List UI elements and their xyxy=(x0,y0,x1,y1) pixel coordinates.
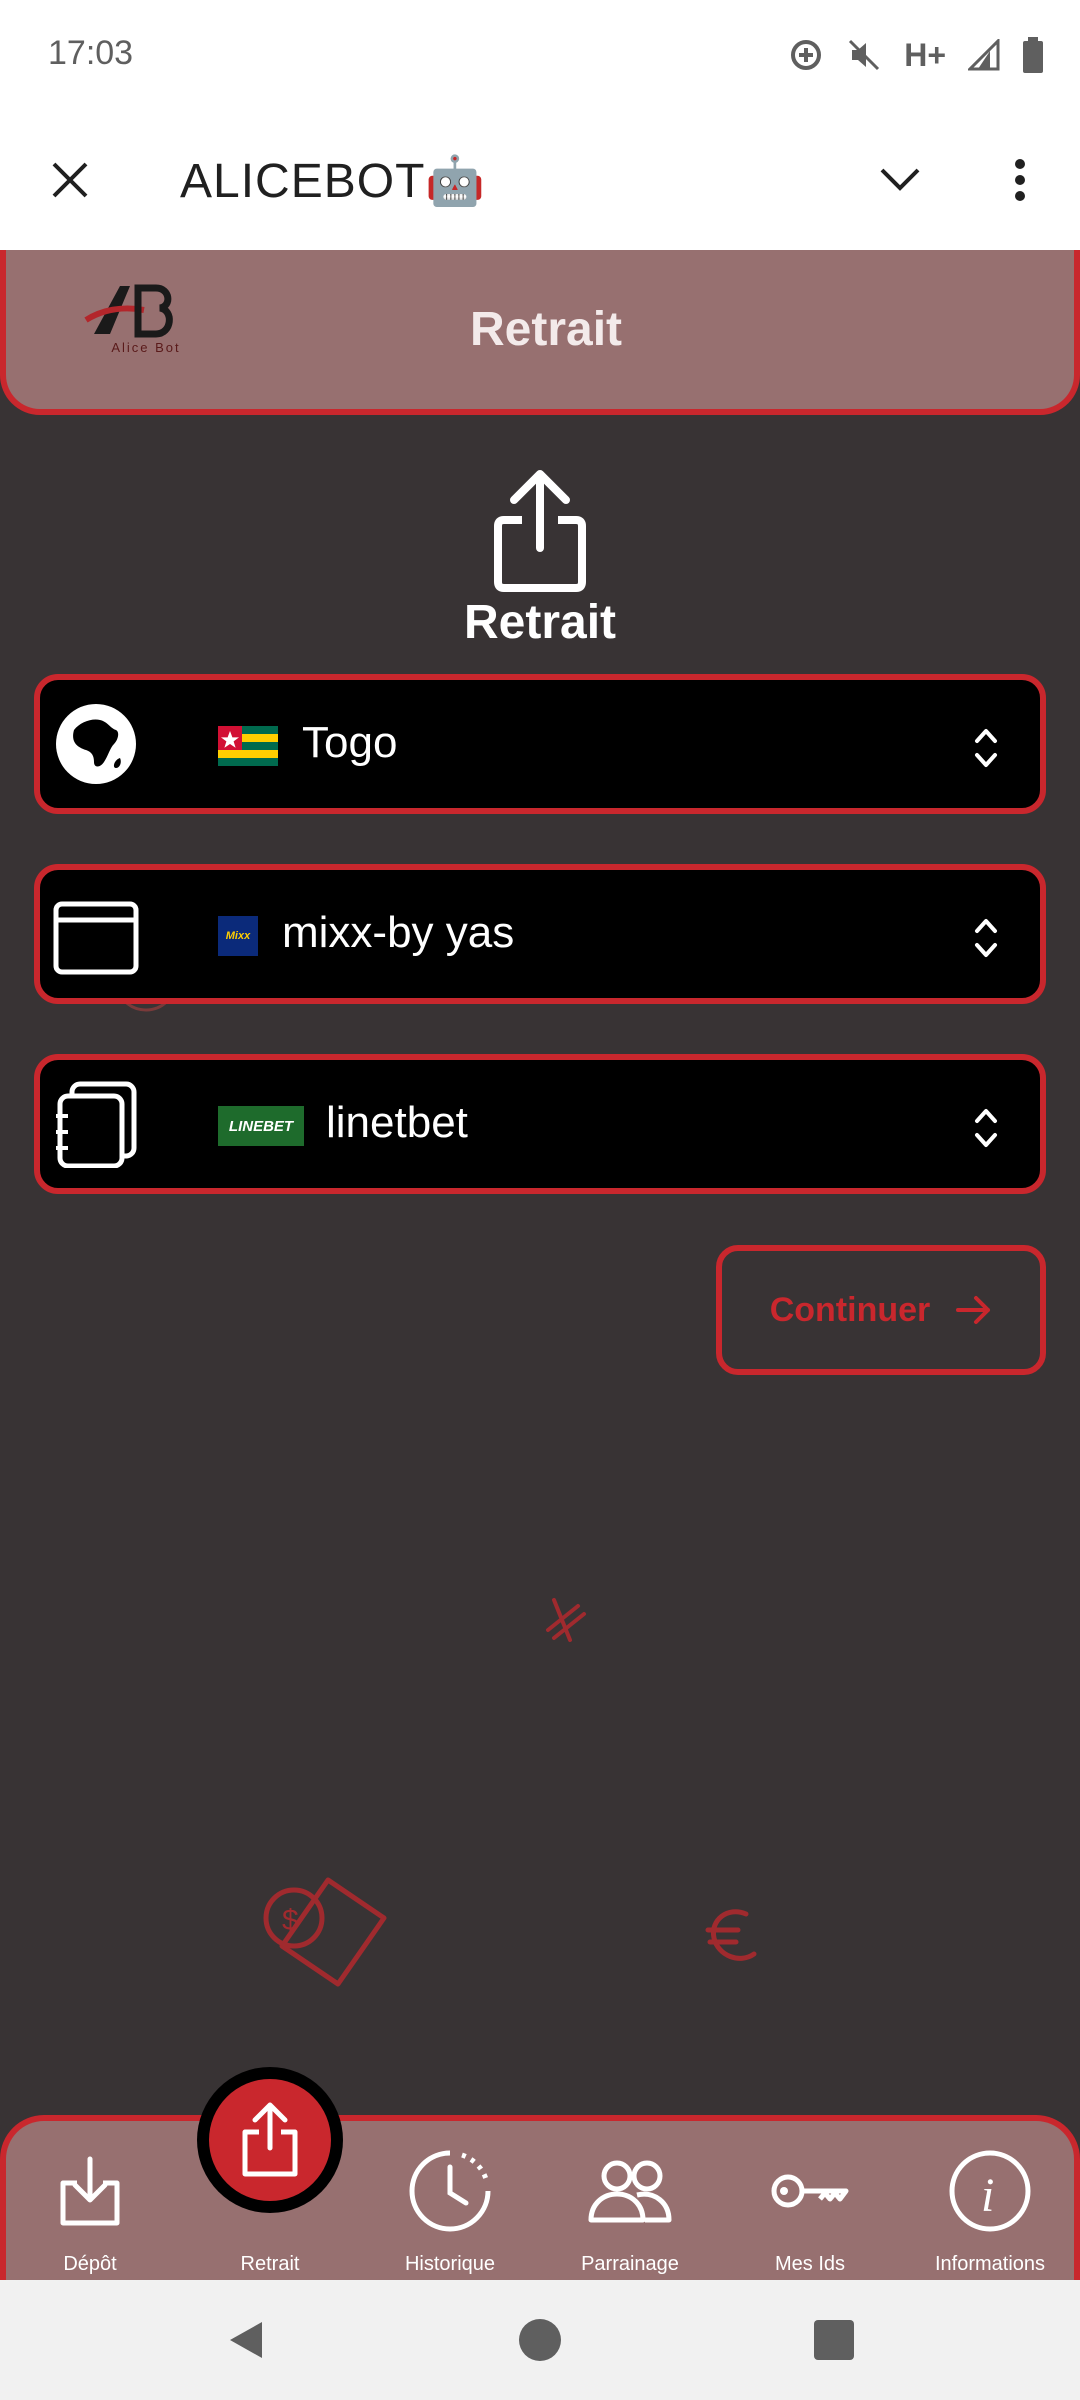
mixx-badge-text: Mixx xyxy=(225,930,251,942)
section-heading: Retrait xyxy=(463,596,617,649)
upload-icon xyxy=(242,2102,298,2177)
chevron-up-down-icon xyxy=(975,1109,997,1147)
signal-icon xyxy=(968,39,1000,71)
bottom-nav: Dépôt Retrait Historique Parrainage Mes … xyxy=(0,2115,1080,2280)
nav-item-depot[interactable]: Dépôt xyxy=(0,2121,180,2281)
nav-label: Retrait xyxy=(240,2253,300,2275)
back-icon[interactable] xyxy=(224,2318,268,2362)
close-icon xyxy=(52,162,88,198)
nav-label: Informations xyxy=(934,2253,1046,2275)
wallet-card-icon xyxy=(53,901,139,975)
recents-icon[interactable] xyxy=(814,2320,854,2360)
clock-icon xyxy=(409,2150,491,2232)
continue-button-label: Continuer xyxy=(769,1290,931,1329)
nav-item-historique[interactable]: Historique xyxy=(360,2121,540,2281)
bookmaker-select[interactable]: LINEBET linetbet xyxy=(34,1054,1046,1194)
nav-label: Parrainage xyxy=(581,2253,679,2275)
globe-africa-icon xyxy=(56,704,136,784)
status-time: 17:03 xyxy=(48,34,134,72)
app-title: ALICEBOT🤖 xyxy=(180,155,487,208)
page-title: Retrait xyxy=(469,303,623,356)
close-button[interactable] xyxy=(38,148,102,212)
chevron-up-down-icon xyxy=(975,729,997,767)
payment-provider-select[interactable]: Mixx mixx-by yas xyxy=(34,864,1046,1004)
key-icon xyxy=(771,2174,849,2208)
continue-button[interactable]: Continuer xyxy=(716,1245,1046,1375)
country-select[interactable]: Togo xyxy=(34,674,1046,814)
page-header: Alice Bot Retrait xyxy=(0,250,1080,415)
nav-item-parrainage[interactable]: Parrainage xyxy=(540,2121,720,2281)
chevron-up-down-icon xyxy=(975,919,997,957)
nav-label: Mes Ids xyxy=(774,2253,846,2275)
home-icon[interactable] xyxy=(518,2318,562,2362)
nav-item-mes-ids[interactable]: Mes Ids xyxy=(720,2121,900,2281)
svg-text:i: i xyxy=(981,2169,994,2222)
more-menu-button[interactable] xyxy=(988,140,1052,220)
nav-label: Historique xyxy=(404,2253,496,2275)
chevron-down-icon xyxy=(880,168,920,191)
system-nav-bar xyxy=(0,2280,1080,2400)
nav-item-informations[interactable]: i Informations xyxy=(900,2121,1080,2281)
status-bar: 17:03 H+ xyxy=(0,0,1080,110)
linebet-logo-icon: LINEBET xyxy=(218,1106,304,1146)
linebet-badge-text: LINEBET xyxy=(228,1117,294,1135)
retrait-fab-inner xyxy=(209,2079,331,2201)
svg-text:$: $ xyxy=(282,1904,299,1937)
currency-decor-icon xyxy=(546,1598,586,1642)
notebook-icon xyxy=(56,1081,137,1168)
nav-label: Dépôt xyxy=(63,2253,117,2275)
country-select-value: Togo xyxy=(302,718,398,767)
battery-icon xyxy=(1023,37,1043,73)
network-type: H+ xyxy=(904,36,946,73)
upload-icon xyxy=(494,470,586,592)
euro-decor-icon xyxy=(705,1909,757,1961)
download-icon xyxy=(60,2156,120,2226)
data-saver-icon xyxy=(791,40,822,70)
info-icon: i xyxy=(949,2150,1031,2232)
users-icon xyxy=(588,2160,672,2223)
togo-flag-icon xyxy=(218,726,278,766)
app-bar: ALICEBOT🤖 xyxy=(0,110,1080,250)
mixx-logo-icon: Mixx xyxy=(218,916,258,956)
provider-select-value: mixx-by yas xyxy=(282,908,515,957)
arrow-right-icon xyxy=(956,1296,991,1324)
mute-icon xyxy=(849,39,880,71)
bookmaker-select-value: linetbet xyxy=(326,1098,468,1147)
status-icons: H+ xyxy=(788,30,1044,80)
money-decor-icon: $ xyxy=(263,1877,387,1987)
more-vertical-icon xyxy=(1015,159,1025,201)
retrait-fab-button[interactable] xyxy=(197,2067,343,2213)
collapse-button[interactable] xyxy=(868,148,932,212)
